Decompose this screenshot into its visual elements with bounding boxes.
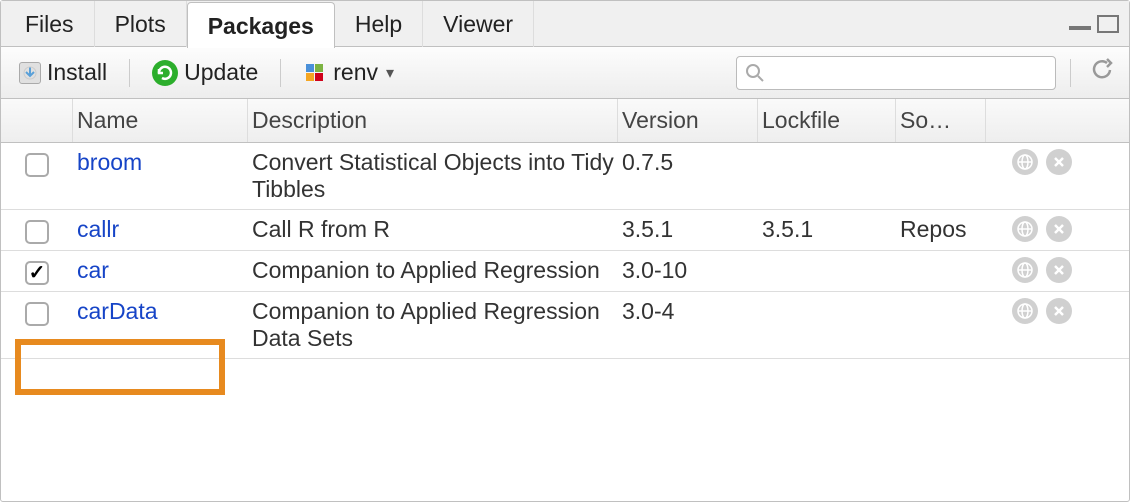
search-icon (745, 63, 765, 83)
install-button[interactable]: Install (11, 55, 115, 90)
load-checkbox[interactable] (25, 153, 49, 177)
maximize-icon[interactable] (1097, 15, 1119, 33)
package-description: Companion to Applied Regression Data Set… (248, 298, 618, 352)
window-controls (1069, 15, 1129, 33)
refresh-button[interactable] (1085, 53, 1119, 93)
packages-table: Name Description Version Lockfile So… br… (1, 99, 1129, 359)
update-label: Update (184, 59, 258, 86)
package-description: Call R from R (248, 216, 618, 243)
renv-icon (303, 61, 327, 85)
package-version: 3.5.1 (618, 216, 758, 243)
globe-icon[interactable] (1012, 216, 1038, 242)
package-lockfile: 3.5.1 (758, 216, 896, 243)
header-actions (986, 99, 1086, 142)
package-link[interactable]: broom (77, 149, 142, 175)
package-link[interactable]: carData (77, 298, 158, 324)
globe-icon[interactable] (1012, 298, 1038, 324)
package-version: 3.0-4 (618, 298, 758, 325)
table-header: Name Description Version Lockfile So… (1, 99, 1129, 143)
close-icon[interactable] (1046, 149, 1072, 175)
pane-tabs: Files Plots Packages Help Viewer (1, 1, 1129, 47)
header-version[interactable]: Version (618, 99, 758, 142)
load-checkbox[interactable] (25, 302, 49, 326)
update-icon (152, 60, 178, 86)
toolbar: Install Update renv ▾ (1, 47, 1129, 99)
toolbar-divider (129, 59, 130, 87)
table-row: callr Call R from R 3.5.1 3.5.1 Repos (1, 210, 1129, 251)
search-box[interactable] (736, 56, 1056, 90)
packages-pane: Files Plots Packages Help Viewer Install… (0, 0, 1130, 502)
tab-plots[interactable]: Plots (95, 1, 187, 47)
package-version: 0.7.5 (618, 149, 758, 176)
header-check (1, 99, 73, 142)
chevron-down-icon: ▾ (386, 63, 394, 83)
update-button[interactable]: Update (144, 55, 266, 90)
header-name[interactable]: Name (73, 99, 248, 142)
globe-icon[interactable] (1012, 149, 1038, 175)
minimize-icon[interactable] (1069, 26, 1091, 30)
install-icon (19, 62, 41, 84)
tab-viewer[interactable]: Viewer (423, 1, 534, 47)
package-version: 3.0-10 (618, 257, 758, 284)
packages-table-wrap: Name Description Version Lockfile So… br… (1, 99, 1129, 359)
renv-label: renv (333, 59, 378, 86)
package-link[interactable]: callr (77, 216, 119, 242)
header-description[interactable]: Description (248, 99, 618, 142)
renv-button[interactable]: renv ▾ (295, 55, 402, 90)
package-source: Repos (896, 216, 986, 243)
close-icon[interactable] (1046, 257, 1072, 283)
header-source[interactable]: So… (896, 99, 986, 142)
close-icon[interactable] (1046, 216, 1072, 242)
search-input[interactable] (765, 61, 1047, 84)
tab-packages[interactable]: Packages (187, 2, 335, 48)
table-row: broom Convert Statistical Objects into T… (1, 143, 1129, 210)
load-checkbox[interactable] (25, 220, 49, 244)
package-description: Convert Statistical Objects into Tidy Ti… (248, 149, 618, 203)
table-row: carData Companion to Applied Regression … (1, 292, 1129, 359)
toolbar-divider (280, 59, 281, 87)
table-row: car Companion to Applied Regression 3.0-… (1, 251, 1129, 292)
globe-icon[interactable] (1012, 257, 1038, 283)
package-description: Companion to Applied Regression (248, 257, 618, 284)
tab-files[interactable]: Files (5, 1, 95, 47)
install-label: Install (47, 59, 107, 86)
package-link[interactable]: car (77, 257, 109, 283)
toolbar-divider (1070, 59, 1071, 87)
close-icon[interactable] (1046, 298, 1072, 324)
header-lockfile[interactable]: Lockfile (758, 99, 896, 142)
load-checkbox[interactable] (25, 261, 49, 285)
tab-help[interactable]: Help (335, 1, 423, 47)
